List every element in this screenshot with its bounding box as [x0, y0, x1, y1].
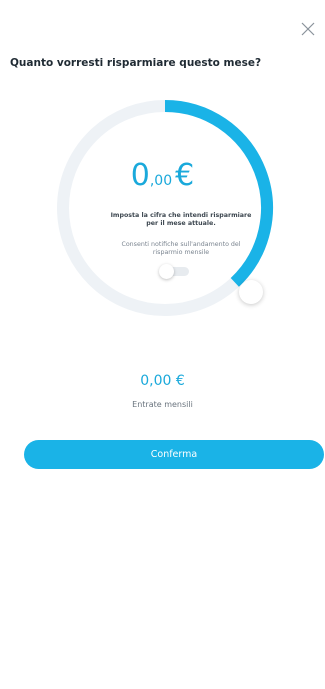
- savings-goal-screen: Quanto vorresti risparmiare questo mese?…: [0, 0, 325, 689]
- monthly-income-label: Entrate mensili: [132, 400, 193, 409]
- notifications-toggle[interactable]: [159, 264, 191, 279]
- close-icon: [301, 22, 315, 36]
- close-button[interactable]: [299, 20, 317, 38]
- page-title: Quanto vorresti risparmiare questo mese?: [10, 57, 262, 69]
- toggle-knob: [159, 264, 174, 279]
- notifications-label: Consenti notifiche sull'andamento del ri…: [121, 241, 241, 256]
- amount-currency: €: [175, 158, 195, 193]
- dial-drag-handle[interactable]: [239, 280, 263, 304]
- savings-amount: 0,00 €: [0, 158, 325, 193]
- savings-hint: Imposta la cifra che intendi risparmiare…: [110, 212, 252, 227]
- amount-decimal: ,00: [149, 173, 173, 189]
- confirm-button[interactable]: Conferma: [24, 440, 324, 469]
- amount-integer: 0: [130, 158, 150, 193]
- monthly-income-value: 0,00 €: [140, 373, 185, 389]
